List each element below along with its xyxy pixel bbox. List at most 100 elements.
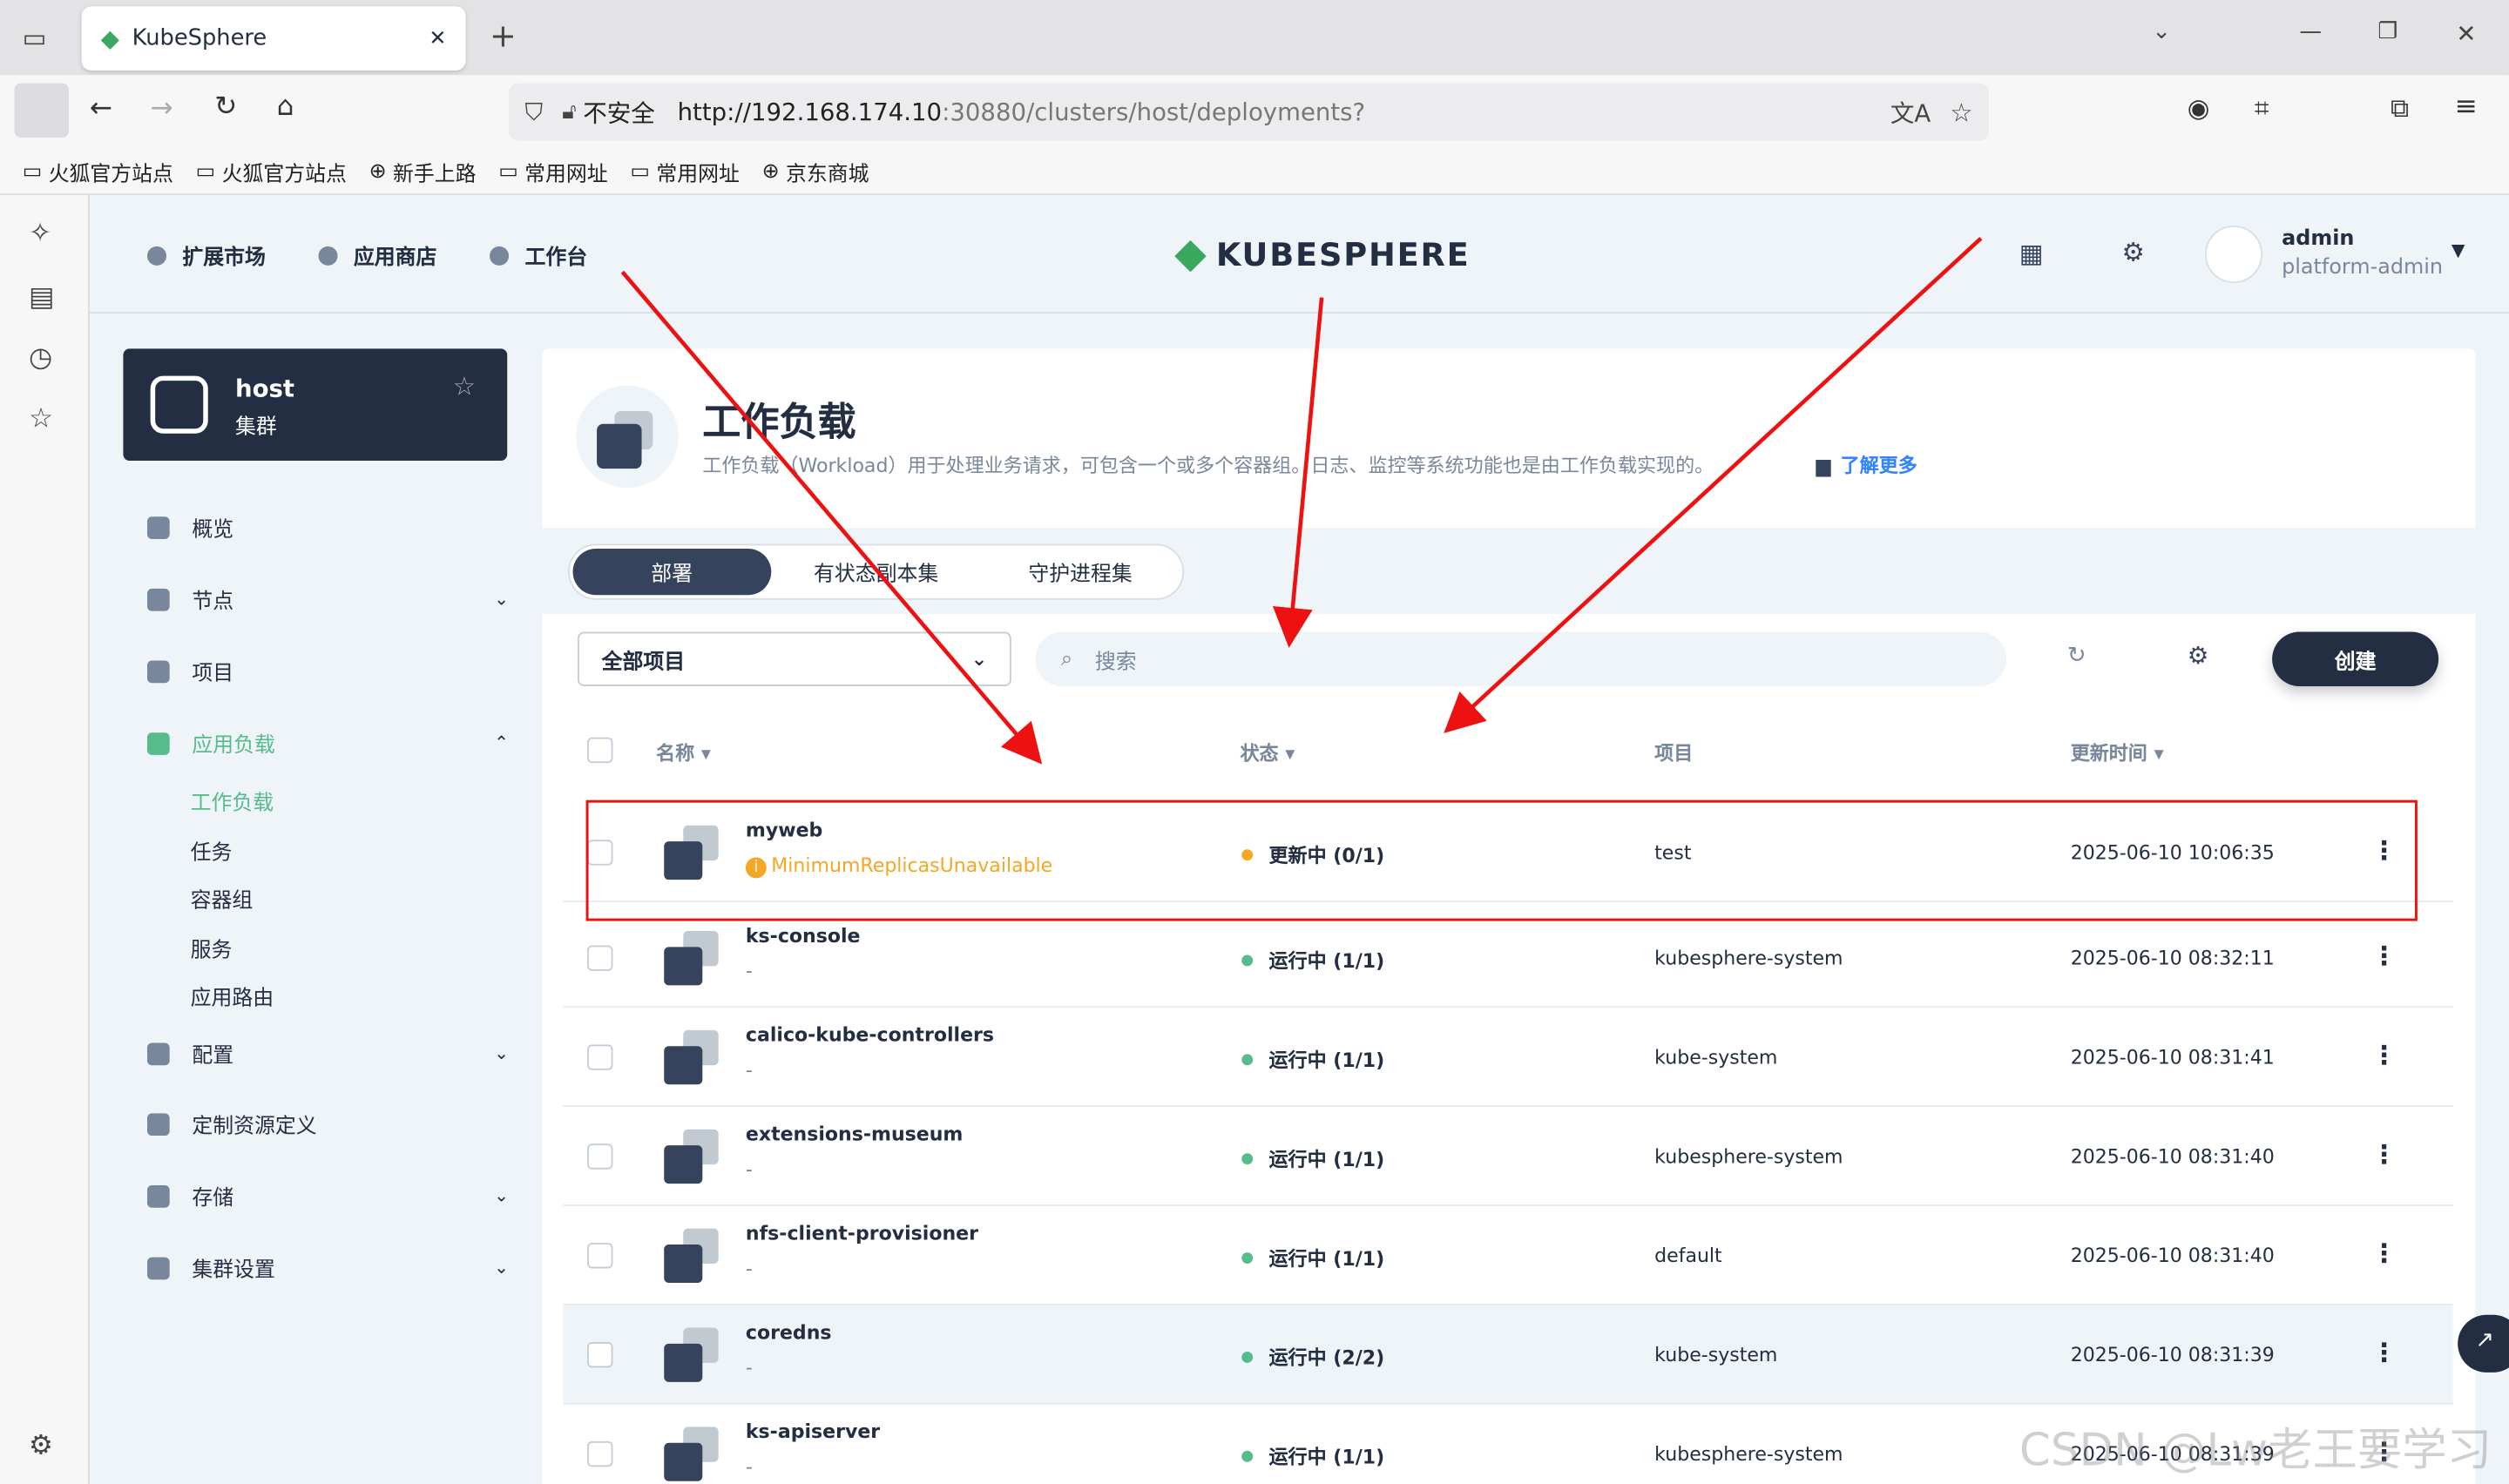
table-row[interactable]: nfs-client-provisioner - 运行中 (1/1) default 2… <box>563 1206 2453 1305</box>
more-actions-icon[interactable]: ⋮ <box>2371 1337 2397 1367</box>
sidebar-item-overview[interactable]: 概览 <box>146 512 509 543</box>
settings-gear-icon[interactable]: ⚙ <box>2121 237 2144 267</box>
url-bar[interactable]: ⛉ 🔓︎ 不安全 http://192.168.174.10 :30880/cl… <box>509 83 1990 141</box>
kubesphere-logo[interactable]: ◆ KUBESPHERE <box>1174 230 1470 278</box>
reload-icon[interactable]: ↻ <box>214 91 237 124</box>
account-icon[interactable]: ◉ <box>2188 93 2210 124</box>
sidebar-item-crd[interactable]: 定制资源定义 <box>146 1109 509 1139</box>
synced-tabs-icon[interactable]: ▤ <box>29 281 55 314</box>
translate-icon[interactable]: 文A <box>1890 95 1931 129</box>
learn-more-link[interactable]: ▆ 了解更多 <box>1816 451 1917 478</box>
sidebar-item-storage[interactable]: 存储 ⌄ <box>146 1180 509 1211</box>
floating-tool-button[interactable]: ↗ <box>2458 1314 2509 1373</box>
row-checkbox[interactable] <box>587 1243 613 1269</box>
project-cell[interactable]: kube-system <box>1654 1344 1777 1366</box>
column-header-name[interactable]: 名称 ▾ <box>656 739 711 766</box>
sidebar-subitem-workloads[interactable]: 工作负载 <box>191 786 274 816</box>
favorite-star-icon[interactable]: ☆ <box>453 371 476 401</box>
more-actions-icon[interactable]: ⋮ <box>2371 1238 2397 1269</box>
refresh-icon[interactable]: ↻ <box>2067 643 2086 668</box>
workload-name[interactable]: nfs-client-provisioner <box>746 1222 978 1245</box>
insecure-lock-icon[interactable]: 🔓︎ <box>562 99 577 125</box>
workload-name[interactable]: calico-kube-controllers <box>746 1023 994 1046</box>
bookmark-item[interactable]: ⊕ 京东商城 <box>762 156 869 186</box>
minimize-icon[interactable]: — <box>2299 19 2322 44</box>
ai-sparkle-icon[interactable]: ✧ <box>29 218 51 250</box>
bookmark-item[interactable]: ▭ 常用网址 <box>498 156 607 186</box>
project-select[interactable]: 全部项目 ⌄ <box>578 631 1011 686</box>
avatar[interactable] <box>2204 225 2263 284</box>
workload-name[interactable]: extensions-museum <box>746 1123 964 1145</box>
row-checkbox[interactable] <box>587 945 613 971</box>
sidebar-item-app-workloads[interactable]: 应用负载 ⌃ <box>146 728 509 759</box>
column-header-status[interactable]: 状态 ▾ <box>1240 739 1295 766</box>
sidebar-subitem-pods[interactable]: 容器组 <box>191 883 254 914</box>
bookmark-item[interactable]: ⊕ 新手上路 <box>369 156 477 186</box>
table-row[interactable]: ks-console - 运行中 (1/1) kubesphere-system 202… <box>563 908 2453 1008</box>
user-menu-chevron-icon[interactable]: ▼ <box>2452 240 2465 261</box>
column-header-updated[interactable]: 更新时间 ▾ <box>2071 739 2164 766</box>
more-actions-icon[interactable]: ⋮ <box>2371 941 2397 971</box>
bookmark-item[interactable]: ▭ 火狐官方站点 <box>23 156 173 186</box>
sidebar-subitem-ingresses[interactable]: 应用路由 <box>191 981 274 1011</box>
bookmark-item[interactable]: ▭ 火狐官方站点 <box>196 156 347 186</box>
apps-grid-icon[interactable]: ▦ <box>2019 239 2044 269</box>
tab-list-icon[interactable]: ▭ <box>23 23 47 53</box>
screenshot-icon[interactable]: ⌗ <box>2255 93 2269 125</box>
table-settings-gear-icon[interactable]: ⚙ <box>2188 642 2209 671</box>
sidebar-item-nodes[interactable]: 节点 ⌄ <box>146 583 509 614</box>
more-actions-icon[interactable]: ⋮ <box>2371 835 2397 866</box>
project-cell[interactable]: default <box>1654 1245 1722 1267</box>
table-row[interactable]: coredns - 运行中 (2/2) kube-system 2025-06-10 0… <box>563 1305 2453 1405</box>
sidebar-item-projects[interactable]: 项目 <box>146 656 509 686</box>
tab-daemonsets[interactable]: 守护进程集 <box>982 549 1180 595</box>
nav-workbench[interactable]: 工作台 <box>490 240 587 270</box>
bookmarks-icon[interactable]: ☆ <box>29 403 53 435</box>
table-row[interactable]: extensions-museum - 运行中 (1/1) kubesphere-sy… <box>563 1107 2453 1206</box>
project-cell[interactable]: test <box>1654 841 1691 864</box>
sidebar-item-config[interactable]: 配置 ⌄ <box>146 1038 509 1069</box>
project-cell[interactable]: kubesphere-system <box>1654 1145 1843 1168</box>
row-checkbox[interactable] <box>587 1143 613 1170</box>
project-cell[interactable]: kube-system <box>1654 1046 1777 1069</box>
browser-tab[interactable]: ◆ KubeSphere ✕ <box>81 6 466 71</box>
forward-icon[interactable]: → <box>151 93 173 125</box>
table-row[interactable]: myweb i MinimumReplicasUnavailable 更新中 (0/1… <box>563 803 2453 902</box>
tab-close-icon[interactable]: ✕ <box>429 26 446 51</box>
row-checkbox[interactable] <box>587 840 613 866</box>
sidebar-item-cluster-settings[interactable]: 集群设置 ⌄ <box>146 1252 509 1283</box>
bookmark-item[interactable]: ▭ 常用网址 <box>630 156 739 186</box>
tab-statefulsets[interactable]: 有状态副本集 <box>777 549 975 595</box>
new-tab-button[interactable]: + <box>490 16 517 54</box>
window-close-icon[interactable]: ✕ <box>2456 19 2476 48</box>
more-actions-icon[interactable]: ⋮ <box>2371 1139 2397 1170</box>
restore-icon[interactable]: ❐ <box>2377 19 2397 44</box>
bookmark-star-icon[interactable]: ☆ <box>1950 97 1972 127</box>
sidebar-toggle-icon[interactable] <box>14 83 69 138</box>
tab-deployments[interactable]: 部署 <box>572 548 771 596</box>
nav-extensions[interactable]: 扩展市场 <box>146 240 266 270</box>
more-actions-icon[interactable]: ⋮ <box>2371 1040 2397 1070</box>
workload-name[interactable]: myweb <box>746 819 822 841</box>
menu-icon[interactable]: ≡ <box>2454 91 2477 124</box>
back-icon[interactable]: ← <box>90 93 112 125</box>
home-icon[interactable]: ⌂ <box>277 91 294 124</box>
sidebar-subitem-services[interactable]: 服务 <box>191 933 233 963</box>
workload-name[interactable]: ks-console <box>746 925 861 948</box>
nav-app-store[interactable]: 应用商店 <box>318 240 436 270</box>
tab-overflow-chevron-icon[interactable]: ⌄ <box>2152 19 2171 44</box>
extensions-icon[interactable]: ⧉ <box>2391 93 2409 125</box>
row-checkbox[interactable] <box>587 1044 613 1070</box>
table-row[interactable]: calico-kube-controllers - 运行中 (1/1) kube-sy… <box>563 1008 2453 1107</box>
sidebar-subitem-jobs[interactable]: 任务 <box>191 835 233 866</box>
project-cell[interactable]: kubesphere-system <box>1654 947 1843 969</box>
create-button[interactable]: 创建 <box>2272 631 2439 686</box>
row-checkbox[interactable] <box>587 1341 613 1368</box>
workload-name[interactable]: coredns <box>746 1321 832 1344</box>
workload-name[interactable]: ks-apiserver <box>746 1420 880 1443</box>
select-all-checkbox[interactable] <box>587 737 613 764</box>
customize-gear-icon[interactable]: ⚙ <box>29 1430 53 1462</box>
history-icon[interactable]: ◷ <box>29 342 52 374</box>
shield-icon[interactable]: ⛉ <box>524 98 543 126</box>
cluster-card[interactable]: host 集群 ☆ <box>123 348 508 461</box>
